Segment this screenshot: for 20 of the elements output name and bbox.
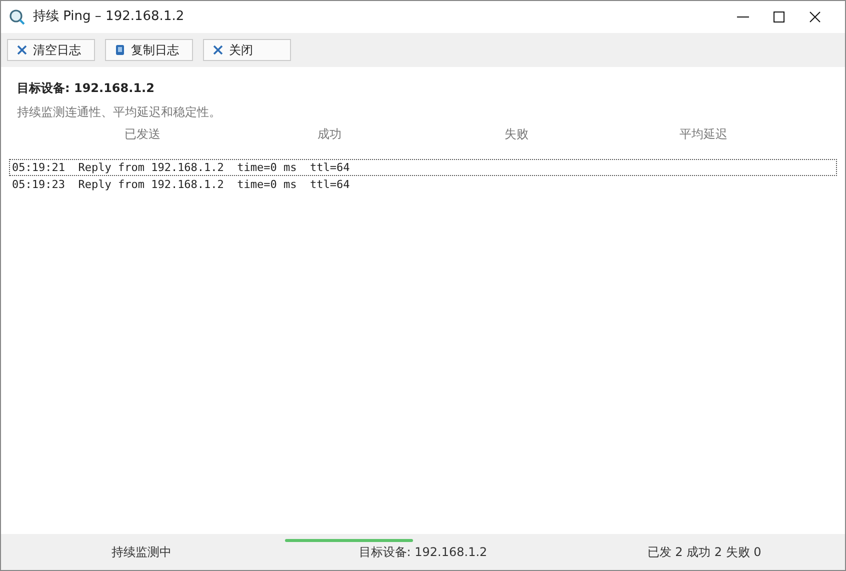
log-line[interactable]: 05:19:23 Reply from 192.168.1.2 time=0 ms ttl=64: [9, 176, 837, 193]
status-text: 持续监测中: [110, 544, 173, 561]
column-header: 成功: [316, 126, 342, 143]
copy-icon: [114, 44, 126, 56]
column-header: 失败: [504, 126, 530, 143]
close-icon[interactable]: [809, 11, 821, 23]
maximize-icon[interactable]: [773, 11, 785, 23]
app-icon: [9, 9, 25, 25]
column-header: 已发送: [124, 126, 162, 143]
toolbar-button[interactable]: 复制日志: [105, 39, 193, 61]
target-title: 目标设备: 192.168.1.2: [16, 80, 156, 97]
description-text: 持续监测连通性、平均延迟和稳定性。: [16, 104, 222, 121]
x-icon: [212, 44, 224, 56]
toolbar-button[interactable]: 关闭: [203, 39, 291, 61]
status-target: 目标设备: 192.168.1.2: [358, 544, 488, 561]
status-counts: 已发 2 成功 2 失败 0: [646, 544, 762, 561]
toolbar-button[interactable]: 清空日志: [7, 39, 95, 61]
x-icon: [16, 44, 28, 56]
column-header: 平均延迟: [678, 126, 728, 143]
window-title: 持续 Ping – 192.168.1.2: [33, 8, 184, 26]
